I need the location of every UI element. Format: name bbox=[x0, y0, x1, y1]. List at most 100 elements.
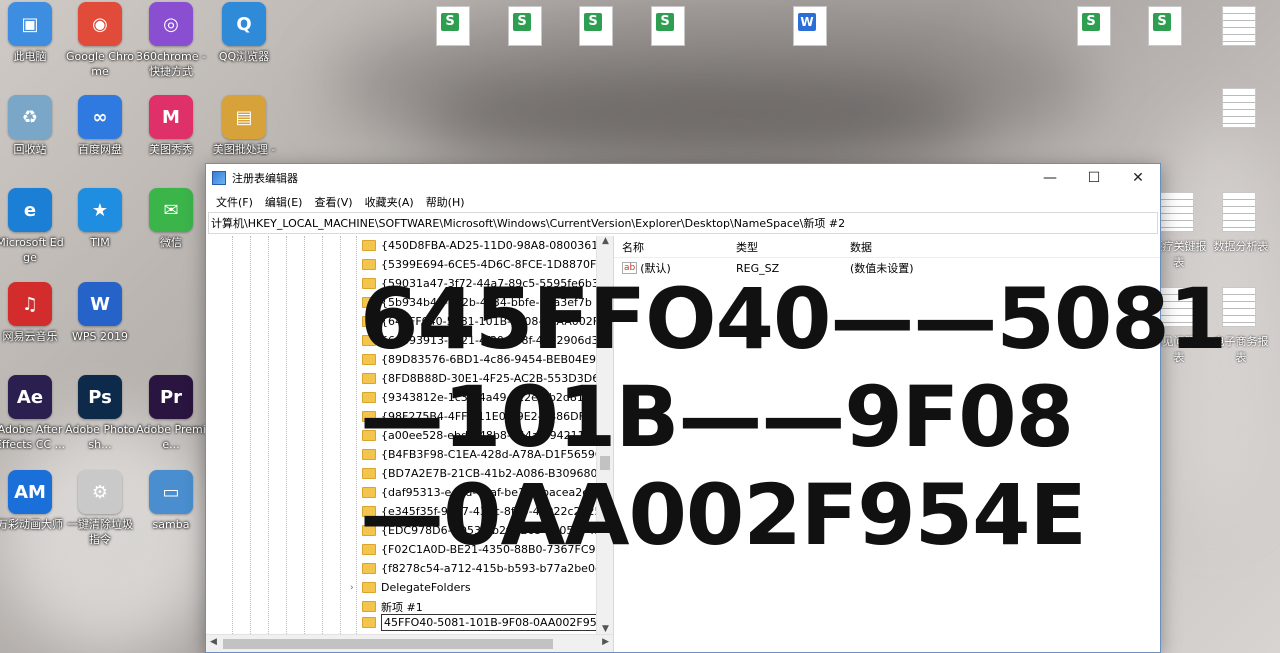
spreadsheet-file-icon[interactable] bbox=[651, 6, 685, 46]
text-file-icon[interactable] bbox=[1160, 192, 1194, 232]
wechat-icon: ✉ bbox=[149, 188, 193, 232]
spreadsheet-file-icon[interactable] bbox=[579, 6, 613, 46]
desktop-shortcut-label: TIM bbox=[90, 236, 110, 249]
desktop-shortcut-label: 网易云音乐 bbox=[2, 330, 58, 343]
column-data[interactable]: 数据 bbox=[842, 239, 1042, 255]
address-bar[interactable]: 计算机\HKEY_LOCAL_MACHINE\SOFTWARE\Microsof… bbox=[208, 212, 1158, 234]
desktop-shortcut[interactable]: ◉ Google Chrome bbox=[64, 2, 136, 79]
desktop-shortcut[interactable]: ◎ 360chrome - 快捷方式 bbox=[135, 2, 207, 79]
background-blur bbox=[420, 70, 980, 160]
overlay-line: 645FFO40——5081 bbox=[360, 270, 1227, 368]
wps-icon: W bbox=[78, 282, 122, 326]
menu-bar: 文件(F) 编辑(E) 查看(V) 收藏夹(A) 帮助(H) bbox=[206, 192, 1160, 212]
text-file-icon[interactable] bbox=[1222, 88, 1256, 128]
spreadsheet-file-icon[interactable] bbox=[508, 6, 542, 46]
folder-icon bbox=[362, 601, 376, 612]
file-label: 数据分析表 bbox=[1213, 240, 1269, 253]
desktop-shortcut-label: 百度网盘 bbox=[78, 143, 122, 156]
desktop-shortcut-label: 此电脑 bbox=[13, 50, 47, 63]
spreadsheet-file-icon[interactable] bbox=[1077, 6, 1111, 46]
tree-item[interactable]: › DelegateFolders bbox=[350, 578, 471, 597]
desktop-shortcut[interactable]: ▤ 美图批处理 - bbox=[208, 95, 280, 157]
tree-guide bbox=[286, 236, 287, 634]
360chrome-icon: ◎ bbox=[149, 2, 193, 46]
menu-view[interactable]: 查看(V) bbox=[308, 194, 358, 210]
computer-icon: ▣ bbox=[8, 2, 52, 46]
desktop-shortcut-label: 微信 bbox=[160, 236, 182, 249]
scroll-left-arrow-icon[interactable]: ◀ bbox=[210, 637, 217, 647]
tree-guide bbox=[322, 236, 323, 634]
menu-favorites[interactable]: 收藏夹(A) bbox=[359, 194, 420, 210]
overlay-line: —0AA002F954E bbox=[360, 466, 1087, 564]
desktop-shortcut[interactable]: Q QQ浏览器 bbox=[208, 2, 280, 64]
desktop-shortcut[interactable]: ▭ samba bbox=[135, 470, 207, 532]
tree-item[interactable]: {450D8FBA-AD25-11D0-98A8-0800361B bbox=[362, 236, 606, 255]
folder-icon bbox=[362, 563, 376, 574]
expand-chevron-icon[interactable]: › bbox=[350, 583, 354, 593]
desktop-shortcut-label: 万彩动画大师 bbox=[0, 518, 63, 531]
window-title: 注册表编辑器 bbox=[232, 172, 298, 185]
minimize-button[interactable]: — bbox=[1028, 164, 1072, 192]
desktop-shortcut[interactable]: e Microsoft Edge bbox=[0, 188, 66, 265]
scroll-right-arrow-icon[interactable]: ▶ bbox=[602, 637, 609, 647]
desktop-shortcut[interactable]: Ps Adobe Photosh... bbox=[64, 375, 136, 452]
tree-guide bbox=[304, 236, 305, 634]
title-bar[interactable]: 注册表编辑器 — ☐ ✕ bbox=[206, 164, 1160, 192]
scroll-down-arrow-icon[interactable]: ▼ bbox=[597, 624, 613, 634]
tim-icon: ★ bbox=[78, 188, 122, 232]
desktop-shortcut[interactable]: ✉ 微信 bbox=[135, 188, 207, 250]
desktop-shortcut[interactable]: AM 万彩动画大师 bbox=[0, 470, 66, 532]
spreadsheet-file-icon[interactable] bbox=[436, 6, 470, 46]
netease-music-icon: ♫ bbox=[8, 282, 52, 326]
tree-horizontal-scrollbar[interactable]: ◀ ▶ bbox=[206, 634, 613, 652]
desktop-shortcut[interactable]: ★ TIM bbox=[64, 188, 136, 250]
text-file-icon[interactable] bbox=[1222, 6, 1256, 46]
edge-icon: e bbox=[8, 188, 52, 232]
overlay-caption: 645FFO40——5081 —101B——9F08 —0AA002F954E bbox=[360, 270, 1240, 564]
tree-item-label: DelegateFolders bbox=[381, 581, 471, 594]
desktop-shortcut-label: 美图秀秀 bbox=[149, 143, 193, 156]
document-file-icon[interactable] bbox=[793, 6, 827, 46]
rename-input[interactable]: 45FFO40-5081-101B-9F08-0AA002F954 bbox=[381, 614, 607, 631]
folder-icon bbox=[362, 582, 376, 593]
spreadsheet-file-icon[interactable] bbox=[1148, 6, 1182, 46]
desktop-shortcut[interactable]: Ae Adobe After Effects CC ... bbox=[0, 375, 66, 452]
desktop-shortcut-label: 一键清除垃圾指令 bbox=[67, 518, 133, 546]
desktop-shortcut-label: Google Chrome bbox=[66, 50, 134, 78]
desktop-shortcut[interactable]: ⚙ 一键清除垃圾指令 bbox=[64, 470, 136, 547]
scroll-thumb[interactable] bbox=[223, 639, 553, 649]
regedit-app-icon bbox=[212, 171, 226, 185]
folder-icon bbox=[362, 259, 376, 270]
meitu-batch-icon: ▤ bbox=[222, 95, 266, 139]
desktop-shortcut[interactable]: W WPS 2019 bbox=[64, 282, 136, 344]
menu-file[interactable]: 文件(F) bbox=[210, 194, 259, 210]
text-file-icon[interactable] bbox=[1222, 192, 1256, 232]
desktop-shortcut-label: Microsoft Edge bbox=[0, 236, 64, 264]
desktop-shortcut-label: 回收站 bbox=[13, 143, 47, 156]
desktop-shortcut-label: 360chrome - 快捷方式 bbox=[136, 50, 206, 78]
scroll-up-arrow-icon[interactable]: ▲ bbox=[597, 236, 613, 246]
premiere-icon: Pr bbox=[149, 375, 193, 419]
menu-edit[interactable]: 编辑(E) bbox=[259, 194, 309, 210]
baidu-netdisk-icon: ∞ bbox=[78, 95, 122, 139]
desktop-shortcut-label: WPS 2019 bbox=[72, 330, 128, 343]
tree-guide bbox=[232, 236, 233, 634]
desktop-shortcut-label: Adobe Premie... bbox=[136, 423, 206, 451]
column-name[interactable]: 名称 bbox=[614, 239, 728, 255]
tree-guide bbox=[250, 236, 251, 634]
qq-browser-icon: Q bbox=[222, 2, 266, 46]
desktop-shortcut[interactable]: Pr Adobe Premie... bbox=[135, 375, 207, 452]
close-button[interactable]: ✕ bbox=[1116, 164, 1160, 192]
desktop-shortcut[interactable]: ♫ 网易云音乐 bbox=[0, 282, 66, 344]
tree-item-label: {450D8FBA-AD25-11D0-98A8-0800361B bbox=[381, 239, 606, 252]
menu-help[interactable]: 帮助(H) bbox=[420, 194, 471, 210]
tree-item-editing[interactable]: 45FFO40-5081-101B-9F08-0AA002F954 bbox=[362, 613, 607, 632]
desktop-shortcut[interactable]: M 美图秀秀 bbox=[135, 95, 207, 157]
desktop-shortcut[interactable]: ▣ 此电脑 bbox=[0, 2, 66, 64]
list-header: 名称 类型 数据 bbox=[614, 236, 1160, 258]
desktop-shortcut-label: samba bbox=[152, 518, 190, 531]
desktop-shortcut[interactable]: ∞ 百度网盘 bbox=[64, 95, 136, 157]
maximize-button[interactable]: ☐ bbox=[1072, 164, 1116, 192]
desktop-shortcut[interactable]: ♻ 回收站 bbox=[0, 95, 66, 157]
column-type[interactable]: 类型 bbox=[728, 239, 842, 255]
